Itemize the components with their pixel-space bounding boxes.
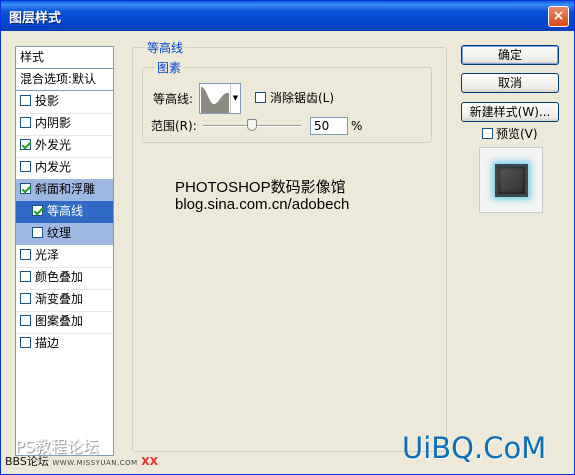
styles-header[interactable]: 样式 bbox=[16, 47, 113, 69]
style-item-label: 图案叠加 bbox=[35, 314, 84, 328]
contour-curve-icon bbox=[200, 84, 230, 113]
style-item-label: 外发光 bbox=[35, 138, 72, 152]
style-item-bevel-emboss[interactable]: 斜面和浮雕 bbox=[16, 179, 113, 201]
texture-checkbox[interactable] bbox=[32, 227, 43, 238]
range-label: 范围(R): bbox=[151, 119, 197, 133]
new-style-button[interactable]: 新建样式(W)... bbox=[461, 102, 559, 122]
style-item-inner-glow[interactable]: 内发光 bbox=[16, 157, 113, 179]
overlay-url: blog.sina.com.cn/adobech bbox=[175, 196, 350, 213]
layer-style-dialog: 图层样式 × 样式 混合选项:默认 投影 内阴影 外发光 内发光 斜面和浮雕 等… bbox=[0, 0, 575, 475]
inner-shadow-checkbox[interactable] bbox=[20, 117, 31, 128]
style-item-texture[interactable]: 纹理 bbox=[16, 223, 113, 245]
contour-dropdown-button[interactable]: ▼ bbox=[230, 84, 240, 113]
style-item-label: 渐变叠加 bbox=[35, 292, 84, 306]
style-item-gradient-overlay[interactable]: 渐变叠加 bbox=[16, 289, 113, 311]
dialog-title: 图层样式 bbox=[9, 11, 62, 26]
drop-shadow-checkbox[interactable] bbox=[20, 95, 31, 106]
style-item-label: 纹理 bbox=[47, 226, 72, 240]
style-item-label: 投影 bbox=[35, 94, 60, 108]
antialias-checkbox[interactable] bbox=[255, 92, 266, 103]
elements-group-title: 图素 bbox=[155, 61, 184, 75]
color-overlay-checkbox[interactable] bbox=[20, 271, 31, 282]
bbs-xx: XX bbox=[141, 455, 159, 468]
satin-checkbox[interactable] bbox=[20, 249, 31, 260]
preview-thumbnail bbox=[495, 164, 528, 197]
overlay-title: PHOTOSHOP数码影像馆 bbox=[175, 179, 346, 196]
style-item-contour[interactable]: 等高线 bbox=[16, 201, 113, 223]
style-item-label: 描边 bbox=[35, 336, 60, 350]
title-bar[interactable]: 图层样式 × bbox=[1, 1, 574, 31]
style-item-satin[interactable]: 光泽 bbox=[16, 245, 113, 267]
bbs-watermark: BBS论坛 WWW.MISSYUAN.COM XX bbox=[5, 453, 158, 469]
outer-glow-checkbox[interactable] bbox=[20, 139, 31, 150]
bbs-prefix: BBS论坛 bbox=[5, 455, 49, 468]
antialias-label[interactable]: 消除锯齿(L) bbox=[270, 90, 334, 106]
style-item-color-overlay[interactable]: 颜色叠加 bbox=[16, 267, 113, 289]
contour-label: 等高线: bbox=[153, 92, 194, 106]
style-item-label: 颜色叠加 bbox=[35, 270, 84, 284]
style-item-label: 光泽 bbox=[35, 248, 60, 262]
style-item-stroke[interactable]: 描边 bbox=[16, 333, 113, 355]
uibq-logo: UiBQ.CoM bbox=[402, 431, 547, 465]
contour-checkbox[interactable] bbox=[32, 205, 43, 216]
contour-picker[interactable]: ▼ bbox=[199, 83, 241, 114]
stroke-checkbox[interactable] bbox=[20, 337, 31, 348]
style-item-label: 内阴影 bbox=[35, 116, 72, 130]
inner-glow-checkbox[interactable] bbox=[20, 161, 31, 172]
ok-button[interactable]: 确定 bbox=[461, 45, 559, 65]
close-icon: × bbox=[552, 8, 565, 24]
range-slider-thumb[interactable] bbox=[247, 119, 257, 131]
range-input[interactable]: 50 bbox=[310, 117, 348, 135]
style-item-label: 斜面和浮雕 bbox=[35, 182, 96, 196]
range-unit: % bbox=[351, 119, 363, 133]
close-button[interactable]: × bbox=[548, 6, 569, 27]
bbs-url: WWW.MISSYUAN.COM bbox=[52, 459, 138, 467]
gradient-overlay-checkbox[interactable] bbox=[20, 293, 31, 304]
pattern-overlay-checkbox[interactable] bbox=[20, 315, 31, 326]
contour-group-title: 等高线 bbox=[145, 41, 186, 55]
styles-list: 样式 混合选项:默认 投影 内阴影 外发光 内发光 斜面和浮雕 等高线 纹理 光… bbox=[15, 46, 114, 456]
style-item-outer-glow[interactable]: 外发光 bbox=[16, 135, 113, 157]
style-item-drop-shadow[interactable]: 投影 bbox=[16, 91, 113, 113]
cancel-button[interactable]: 取消 bbox=[461, 73, 559, 93]
style-item-pattern-overlay[interactable]: 图案叠加 bbox=[16, 311, 113, 333]
style-item-inner-shadow[interactable]: 内阴影 bbox=[16, 113, 113, 135]
bevel-emboss-checkbox[interactable] bbox=[20, 183, 31, 194]
style-item-label: 内发光 bbox=[35, 160, 72, 174]
preview-checkbox[interactable] bbox=[482, 128, 493, 139]
blending-options-default[interactable]: 混合选项:默认 bbox=[16, 69, 113, 91]
preview-label[interactable]: 预览(V) bbox=[496, 126, 538, 142]
chevron-down-icon: ▼ bbox=[232, 94, 239, 102]
style-preview bbox=[479, 147, 543, 213]
style-item-label: 等高线 bbox=[47, 204, 84, 218]
